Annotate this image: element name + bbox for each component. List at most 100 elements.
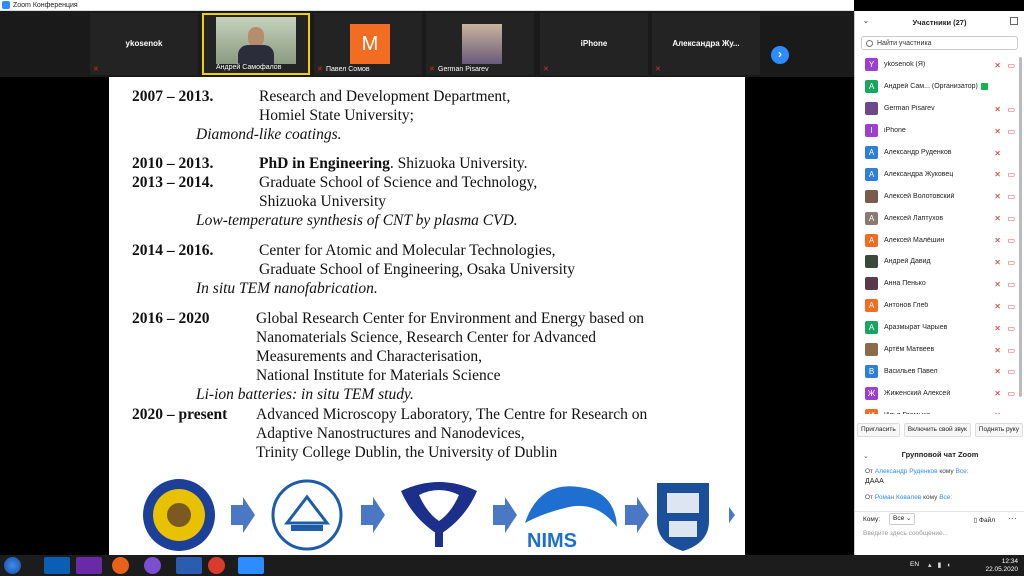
chat-input[interactable]: Введите здесь сообщение... [863,530,948,537]
video-tile[interactable]: M ✕ Павел Сомов [314,13,422,75]
mic-muted-icon: ✕ [994,104,1001,114]
participant-avatar [865,189,878,203]
tile-name: iPhone [580,39,608,48]
cv-entry: 2010 – 2013. PhD in Engineering. Shizuoka… [132,154,528,173]
participant-avatar: A [865,211,878,225]
mic-muted-icon: ✕ [994,389,1001,399]
mic-muted-icon: ✕ [994,192,1001,202]
participant-avatar: И [865,408,878,414]
onenote-icon[interactable] [76,557,102,574]
participant-avatar: A [865,80,878,94]
unmute-button[interactable]: Включить свой звук [903,423,971,437]
entry-years: 2014 – 2016. [132,242,214,259]
more-options-icon[interactable]: ··· [1008,513,1017,523]
video-tile[interactable]: ✕ German Pisarev [426,13,534,75]
video-tile[interactable]: Александра Жу... ✕ [652,13,760,75]
participant-row[interactable]: Ж Жиженский Алексей ✕ ▭ [855,382,1024,404]
participant-row[interactable]: Алексей Волотовский ✕ ▭ [855,185,1024,207]
video-tile-active-speaker[interactable]: Андрей Самофалов [202,13,310,75]
mic-muted-icon: ✕ [429,66,435,73]
mic-muted-icon: ✕ [655,66,661,73]
chevron-down-icon[interactable]: ⌄ [863,17,869,25]
word-icon[interactable] [176,557,202,574]
video-tile[interactable]: ykosenok ✕ [90,13,198,75]
chevron-down-icon[interactable]: ⌄ [863,452,869,460]
video-off-icon: ▭ [1007,126,1015,136]
firefox-icon[interactable] [112,557,129,574]
participant-row[interactable]: Yykosenok (Я) ✕ ▭ [855,54,1024,76]
mic-muted-icon: ✕ [994,61,1001,70]
video-off-icon: ▭ [1007,258,1015,268]
mic-muted-icon: ✕ [317,66,323,73]
shared-screen: 2007 – 2013. Research and Development Dep… [0,77,854,555]
participant-name: iPhone [884,127,906,135]
chat-recipient-select[interactable]: Все ⌄ [889,513,915,525]
popout-icon[interactable] [1010,17,1018,25]
chat-sender[interactable]: Роман Ковалев [875,494,921,501]
participant-avatar: A [865,233,878,247]
tray-icons[interactable]: ▴ ▮ ◐ [928,561,953,569]
zoom-app-icon [2,1,10,9]
taskbar: EN ▴ ▮ ◐ 12:34 22.05.2020 [0,555,1024,576]
nims-logo-text: NIMS [527,530,577,552]
invite-button[interactable]: Пригласить [856,423,900,437]
participant-row[interactable]: A Александр Руденков ✕ [855,142,1024,164]
title-bar: Zoom Конференция [0,0,854,11]
tile-caption: German Pisarev [438,66,489,73]
chrome-icon[interactable] [208,557,225,574]
participant-row[interactable]: A Аразмырат Чарыев ✕ ▭ [855,317,1024,339]
scrollbar[interactable] [1019,57,1022,397]
raise-hand-button[interactable]: Поднять руку [974,423,1023,437]
video-off-icon: ▭ [1007,389,1015,399]
participant-list[interactable]: Yykosenok (Я) ✕ ▭ A Андрей Сам... (Организат… [855,54,1024,414]
participant-row[interactable]: A Алексей Малёшин ✕ ▭ [855,229,1024,251]
viber-icon[interactable] [144,557,161,574]
participant-name: Васильев Павел [884,367,938,375]
start-button-icon[interactable] [4,557,21,574]
participant-row[interactable]: Анна Пенько ✕ ▭ [855,273,1024,295]
participant-row[interactable]: A Александра Жуковец ✕ ▭ [855,163,1024,185]
entry-note: Low-temperature synthesis of CNT by plas… [196,212,518,229]
arrow-icon [361,497,385,533]
entry-line: Research and Development Department, [259,88,511,105]
entry-years: 2010 – 2013. [132,155,214,172]
clock-date: 22.05.2020 [985,566,1018,573]
participant-row[interactable]: B Васильев Павел ✕ ▭ [855,360,1024,382]
participant-name: Артём Матвеев [884,346,935,354]
file-button[interactable]: ▯ Файл [974,516,995,524]
participant-row[interactable]: A Алексей Лаптухов ✕ ▭ [855,207,1024,229]
arrow-icon [729,507,735,523]
participant-name: Александра Жуковец [884,170,954,178]
participant-row[interactable]: Артём Матвеев ✕ ▭ [855,339,1024,361]
chat-recipient: Все: [955,468,969,475]
participant-avatar [865,255,878,269]
chat-sender[interactable]: Александр Руденков [875,468,938,475]
participant-row[interactable]: Андрей Давид ✕ ▭ [855,251,1024,273]
tile-caption: Андрей Самофалов [216,64,282,71]
participant-row[interactable]: A Антонов Глеб ✕ ▭ [855,295,1024,317]
shizuoka-university-logo [271,479,343,551]
language-indicator[interactable]: EN [910,561,919,568]
outlook-icon[interactable] [44,557,70,574]
osaka-university-logo [401,482,477,547]
participant-row[interactable]: German Pisarev ✕ ▭ [855,98,1024,120]
participant-row[interactable]: A Андрей Сам... (Организатор) [855,76,1024,98]
entry-years: 2016 – 2020 [132,310,210,327]
next-page-arrow-icon[interactable]: › [771,46,789,64]
video-off-icon: ▭ [1007,345,1015,355]
participant-row[interactable]: И Илья Громыко ✕ ▭ [855,404,1024,414]
participant-search-input[interactable]: Найти участника [861,36,1018,50]
participant-name: Анна Пенько [884,280,926,288]
participant-avatar: B [865,364,878,378]
zoom-taskbar-icon[interactable] [238,557,264,574]
clock[interactable]: 12:34 22.05.2020 [985,558,1018,574]
participant-row[interactable]: IiPhone ✕ ▭ [855,120,1024,142]
video-tile[interactable]: iPhone ✕ [540,13,648,75]
video-off-icon: ▭ [1007,323,1015,333]
arrow-icon [493,497,517,533]
arrow-icon [625,497,649,533]
mic-muted-icon: ✕ [994,301,1001,311]
mic-muted-icon: ✕ [93,66,99,73]
participant-avatar: I [865,124,878,138]
entry-line: National Institute for Materials Science [256,367,501,384]
